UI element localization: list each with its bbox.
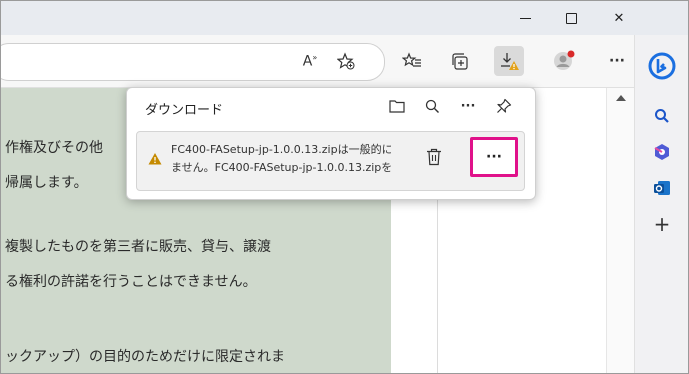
title-bar: ✕ — [1, 1, 688, 35]
download-item-more-actions-button[interactable]: ··· — [470, 137, 518, 177]
settings-more-button[interactable]: ··· — [604, 48, 630, 74]
doc-line: 複製したものを第三者に販売、貸与、譲渡 — [5, 239, 271, 255]
copilot-icon — [654, 144, 669, 160]
doc-line: 作権及びその他 — [5, 140, 103, 156]
scroll-up-arrow-icon — [616, 95, 626, 101]
copilot-button[interactable] — [647, 137, 677, 167]
plus-icon: + — [653, 212, 671, 236]
download-item-message: FC400-FASetup-jp-1.0.0.13.zipは一般的に ません。F… — [171, 141, 391, 177]
more-icon: ··· — [609, 53, 625, 69]
download-item-line: ません。FC400-FASetup-jp-1.0.0.13.zipを — [171, 161, 391, 174]
vertical-scrollbar[interactable] — [606, 88, 635, 373]
address-bar[interactable]: A» — [1, 43, 385, 81]
bing-copilot-button[interactable] — [647, 51, 677, 81]
browser-toolbar: A» ··· — [1, 35, 688, 88]
downloads-panel: ダウンロード ··· FC400-FASetup-jp-1.0.0.13.zip… — [126, 87, 536, 200]
favorites-button[interactable] — [399, 48, 425, 74]
search-sidebar-button[interactable] — [647, 101, 677, 131]
close-button[interactable]: ✕ — [596, 1, 642, 35]
downloads-panel-title: ダウンロード — [145, 103, 224, 118]
download-warning-icon — [501, 53, 519, 70]
collections-button[interactable] — [447, 48, 473, 74]
add-sidebar-app-button[interactable]: + — [647, 209, 677, 239]
trash-icon — [427, 148, 441, 166]
downloads-more-options-button[interactable]: ··· — [456, 94, 480, 118]
warning-icon — [148, 153, 162, 165]
minimize-icon — [519, 17, 531, 19]
minimize-button[interactable] — [502, 1, 548, 35]
open-downloads-folder-button[interactable] — [385, 94, 409, 118]
maximize-icon — [565, 12, 577, 24]
doc-line: ックアップ）の目的のためだけに限定されま — [5, 349, 285, 365]
profile-button[interactable] — [551, 48, 577, 74]
search-icon — [655, 109, 669, 123]
star-add-icon — [337, 52, 355, 70]
doc-line: る権利の許諾を行うことはできません。 — [5, 274, 257, 290]
read-aloud-icon: A» — [302, 52, 318, 70]
favorites-icon — [402, 52, 421, 67]
outlook-button[interactable] — [647, 173, 677, 203]
more-icon: ··· — [460, 98, 476, 114]
search-icon — [425, 99, 439, 113]
maximize-button[interactable] — [548, 1, 594, 35]
read-aloud-button[interactable]: A» — [297, 48, 323, 74]
folder-icon — [389, 100, 405, 113]
download-item-line: FC400-FASetup-jp-1.0.0.13.zipは一般的に — [171, 143, 391, 156]
avatar-icon — [554, 50, 575, 70]
browser-window: ✕ A» ··· 作権及びその他 帰属します。 複製したものを第三者に販売、貸与… — [0, 0, 689, 374]
outlook-icon — [654, 181, 670, 195]
bing-icon — [648, 52, 676, 80]
collections-icon — [452, 53, 468, 70]
download-item[interactable]: FC400-FASetup-jp-1.0.0.13.zipは一般的に ません。F… — [136, 131, 525, 191]
pin-downloads-button[interactable] — [492, 94, 516, 118]
add-favorite-button[interactable] — [333, 48, 359, 74]
more-icon: ··· — [486, 149, 502, 165]
downloads-button[interactable] — [494, 46, 524, 76]
doc-line: 帰属します。 — [5, 175, 88, 191]
search-downloads-button[interactable] — [420, 94, 444, 118]
delete-download-button[interactable] — [426, 148, 442, 170]
edge-sidebar: + — [634, 35, 688, 373]
pin-icon — [497, 98, 512, 113]
close-icon: ✕ — [613, 10, 625, 26]
